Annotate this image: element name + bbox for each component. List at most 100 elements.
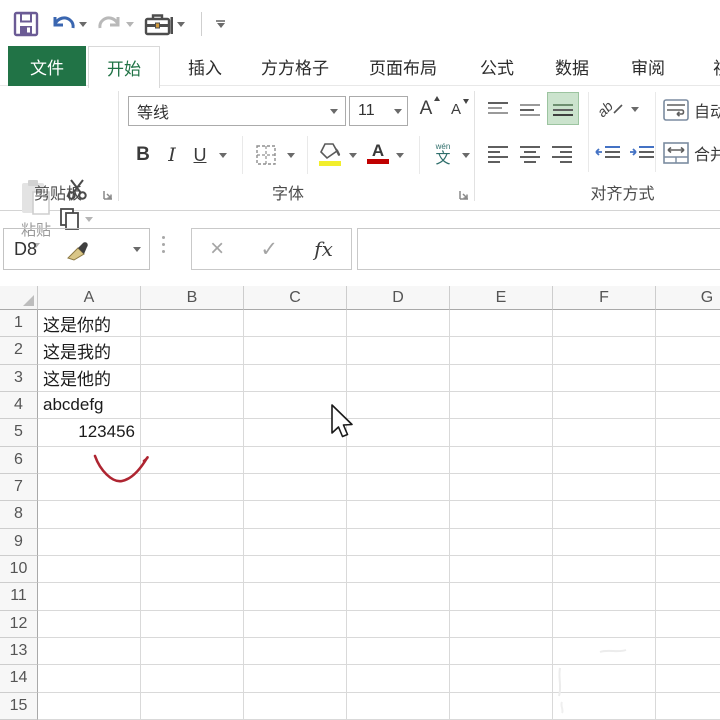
column-header-C[interactable]: C: [244, 286, 347, 310]
grid-cell[interactable]: [450, 392, 553, 419]
grid-cell[interactable]: [347, 337, 450, 364]
grid-cell[interactable]: [553, 583, 656, 610]
grid-cell[interactable]: [347, 392, 450, 419]
grid-cell[interactable]: [656, 337, 720, 364]
grid-cell-A4[interactable]: abcdefg: [38, 392, 141, 419]
grid-cell[interactable]: [347, 529, 450, 556]
grid-cell[interactable]: [347, 419, 450, 446]
grid-cell[interactable]: [244, 529, 347, 556]
font-color-button[interactable]: A: [362, 136, 394, 172]
borders-dropdown[interactable]: [283, 138, 299, 172]
grid-cell[interactable]: [244, 365, 347, 392]
grid-cell[interactable]: [656, 365, 720, 392]
align-bottom-button[interactable]: [547, 92, 579, 125]
undo-button[interactable]: [48, 10, 89, 38]
addin-button[interactable]: [142, 9, 187, 39]
grid-cell[interactable]: [450, 501, 553, 528]
orientation-dropdown[interactable]: [628, 94, 642, 124]
wrap-text-button[interactable]: 自动换行: [663, 96, 720, 124]
grid-cell[interactable]: [450, 583, 553, 610]
bold-button[interactable]: B: [129, 138, 157, 172]
grid-cell[interactable]: [244, 474, 347, 501]
grid-cell[interactable]: [656, 583, 720, 610]
grid-cell[interactable]: [244, 583, 347, 610]
grid-cell[interactable]: [450, 665, 553, 692]
grid-cell[interactable]: [450, 419, 553, 446]
grid-cell[interactable]: [141, 365, 244, 392]
grid-cell[interactable]: [38, 638, 141, 665]
grid-cell[interactable]: [244, 638, 347, 665]
grid-cell[interactable]: [38, 529, 141, 556]
grid-cell[interactable]: [347, 665, 450, 692]
row-header-6[interactable]: 6: [0, 447, 38, 474]
tab-1[interactable]: 插入: [188, 46, 222, 86]
cancel-button[interactable]: ×: [210, 235, 224, 263]
grid-cell[interactable]: [38, 447, 141, 474]
column-header-E[interactable]: E: [450, 286, 553, 310]
grid-cell[interactable]: [656, 665, 720, 692]
row-header-7[interactable]: 7: [0, 474, 38, 501]
decrease-indent-button[interactable]: [592, 138, 624, 170]
grid-cell[interactable]: [450, 638, 553, 665]
decrease-font-button[interactable]: A: [443, 94, 469, 124]
redo-button[interactable]: [95, 10, 136, 38]
grid-cell-A2[interactable]: 这是我的: [38, 337, 141, 364]
align-left-button[interactable]: [483, 138, 513, 170]
grid-cell[interactable]: [141, 556, 244, 583]
grid-cell-A3[interactable]: 这是他的: [38, 365, 141, 392]
grid-cell[interactable]: [38, 474, 141, 501]
underline-dropdown[interactable]: [215, 138, 231, 172]
grid-cell[interactable]: [347, 556, 450, 583]
grid-cell[interactable]: [141, 337, 244, 364]
grid-cell[interactable]: [141, 419, 244, 446]
insert-function-button[interactable]: fx: [314, 237, 333, 261]
grid-cell[interactable]: [656, 474, 720, 501]
grid-cell[interactable]: [244, 556, 347, 583]
tab-3[interactable]: 页面布局: [369, 46, 437, 86]
row-header-1[interactable]: 1: [0, 310, 38, 337]
addin-dropdown-icon[interactable]: [177, 22, 185, 27]
grid-cell[interactable]: [450, 310, 553, 337]
grid-cell[interactable]: [553, 419, 656, 446]
grid-cell[interactable]: [347, 501, 450, 528]
row-header-2[interactable]: 2: [0, 337, 38, 364]
row-header-10[interactable]: 10: [0, 556, 38, 583]
align-center-button[interactable]: [515, 138, 545, 170]
name-box-dropdown-icon[interactable]: [133, 247, 141, 252]
grid-cell[interactable]: [141, 447, 244, 474]
row-header-9[interactable]: 9: [0, 529, 38, 556]
copy-dropdown-icon[interactable]: [85, 217, 93, 222]
merge-center-button[interactable]: 合并后居中: [663, 138, 720, 168]
grid-cell[interactable]: [141, 529, 244, 556]
grid-cell[interactable]: [347, 638, 450, 665]
row-header-11[interactable]: 11: [0, 583, 38, 610]
grid-cell[interactable]: [38, 665, 141, 692]
grid-cell[interactable]: [553, 392, 656, 419]
borders-button[interactable]: [250, 138, 282, 172]
grid-cell[interactable]: [244, 337, 347, 364]
grid-cell[interactable]: [553, 337, 656, 364]
font-name-dropdown-icon[interactable]: [330, 109, 338, 114]
grid-cell[interactable]: [450, 337, 553, 364]
grid-cell[interactable]: [244, 310, 347, 337]
grid-cell[interactable]: [553, 365, 656, 392]
grid-cell[interactable]: [347, 310, 450, 337]
grid-cell[interactable]: [141, 474, 244, 501]
grid-cell[interactable]: [553, 529, 656, 556]
align-top-button[interactable]: [483, 94, 513, 124]
grid-cell[interactable]: [553, 638, 656, 665]
grid-cell[interactable]: [347, 474, 450, 501]
grid-cell[interactable]: [656, 447, 720, 474]
grid-cell[interactable]: [656, 501, 720, 528]
clipboard-dialog-launcher-icon[interactable]: [103, 190, 115, 202]
grid-cell[interactable]: [141, 310, 244, 337]
grid-cell[interactable]: [244, 693, 347, 720]
row-header-15[interactable]: 15: [0, 693, 38, 720]
grid-cell[interactable]: [553, 693, 656, 720]
redo-dropdown-icon[interactable]: [126, 22, 134, 27]
grid-cell[interactable]: [141, 638, 244, 665]
enter-button[interactable]: ✓: [260, 237, 278, 262]
grid-cell[interactable]: [347, 447, 450, 474]
column-header-A[interactable]: A: [38, 286, 141, 310]
grid-cell[interactable]: [141, 392, 244, 419]
